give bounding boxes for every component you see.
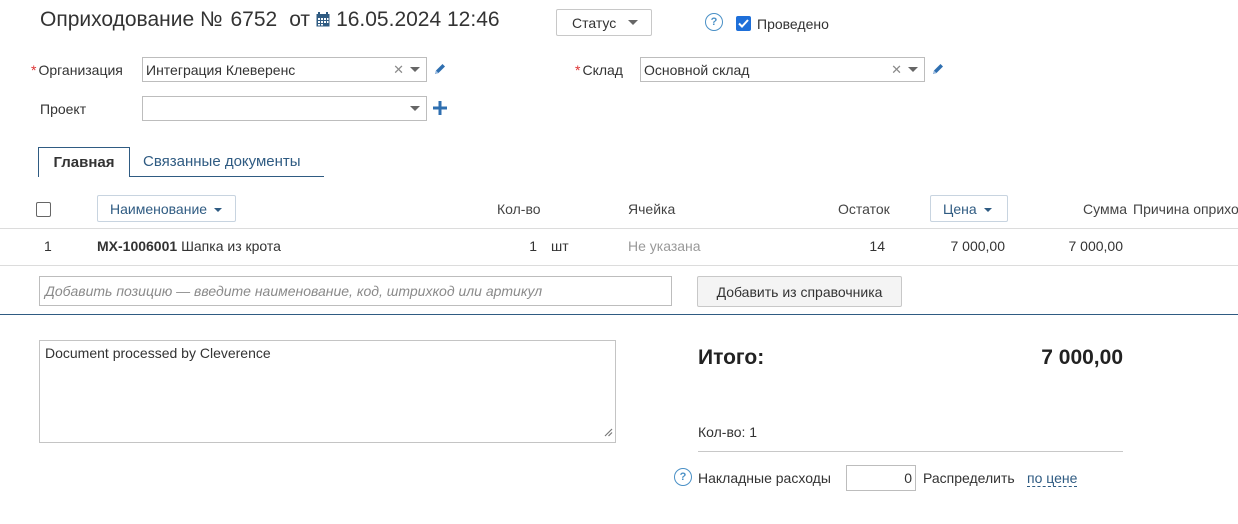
row-stock: 14	[869, 238, 885, 254]
column-reason-header: Причина оприхо,	[1133, 201, 1238, 217]
calendar-icon[interactable]	[316, 9, 330, 33]
warehouse-label: * Склад	[575, 62, 623, 78]
row-name: Шапка из крота	[181, 238, 281, 254]
warehouse-value: Основной склад	[644, 61, 750, 78]
column-qty-header: Кол-во	[497, 201, 541, 217]
sort-down-icon	[983, 208, 992, 212]
column-stock-header: Остаток	[838, 201, 890, 217]
add-position-input[interactable]: Добавить позицию — введите наименование,…	[39, 276, 672, 306]
row-sum: 7 000,00	[1068, 238, 1124, 254]
table-row[interactable]: 1 MX-1006001 Шапка из крота 1 шт Не указ…	[0, 229, 1238, 265]
comment-text: Document processed by Cleverence	[45, 345, 271, 361]
total-value: 7 000,00	[1041, 346, 1123, 369]
posted-label[interactable]: Проведено	[757, 16, 829, 32]
overhead-label: Накладные расходы	[698, 470, 831, 486]
clear-icon[interactable]: ✕	[393, 62, 404, 78]
chevron-down-icon[interactable]	[410, 67, 420, 72]
page-title: Оприходование № 6752 от 16.05.2024 12:46	[40, 8, 500, 33]
qty-summary: Кол-во: 1	[698, 424, 758, 440]
column-sum-header: Сумма	[1083, 201, 1127, 217]
required-mark: *	[575, 62, 581, 78]
add-from-catalog-button[interactable]: Добавить из справочника	[697, 276, 902, 307]
resize-grip-icon[interactable]	[604, 424, 613, 440]
chevron-down-icon[interactable]	[908, 67, 918, 72]
add-project-icon[interactable]	[432, 100, 448, 119]
doc-number[interactable]: 6752	[231, 8, 278, 31]
required-mark: *	[31, 62, 37, 78]
organization-select[interactable]: Интеграция Клеверенс ✕	[142, 57, 427, 82]
tab-main[interactable]: Главная	[38, 147, 130, 177]
edit-pencil-icon[interactable]	[433, 62, 447, 79]
chevron-down-icon	[628, 20, 639, 25]
doc-date[interactable]: 16.05.2024 12:46	[336, 8, 500, 31]
edit-pencil-icon[interactable]	[931, 62, 945, 79]
status-button[interactable]: Статус	[556, 9, 652, 36]
sort-down-icon	[214, 208, 223, 212]
row-code: MX-1006001	[97, 238, 178, 254]
tab-underline	[130, 176, 324, 177]
chevron-down-icon[interactable]	[410, 106, 420, 111]
check-icon	[738, 19, 749, 28]
status-button-label: Статус	[572, 14, 617, 31]
project-select[interactable]	[142, 96, 427, 121]
distribute-label: Распределить	[923, 470, 1015, 486]
row-qty[interactable]: 1	[480, 238, 537, 254]
doc-type: Оприходование №	[40, 8, 223, 31]
overhead-input[interactable]: 0	[846, 465, 916, 491]
row-index: 1	[44, 238, 52, 254]
distribute-by-price-link[interactable]: по цене	[1027, 470, 1078, 487]
sort-by-name-button[interactable]: Наименование	[97, 195, 236, 222]
total-label: Итого:	[698, 346, 765, 369]
sort-by-price-button[interactable]: Цена	[930, 195, 1008, 222]
row-price[interactable]: 7 000,00	[920, 238, 1006, 254]
clear-icon[interactable]: ✕	[891, 62, 902, 78]
select-all-checkbox[interactable]	[36, 202, 51, 217]
organization-value: Интеграция Клеверенс	[146, 61, 296, 78]
warehouse-select[interactable]: Основной склад ✕	[640, 57, 925, 82]
row-item[interactable]: MX-1006001 Шапка из крота	[97, 238, 281, 254]
help-icon[interactable]: ?	[705, 13, 723, 31]
posted-checkbox[interactable]	[736, 16, 751, 31]
section-divider	[0, 314, 1238, 315]
row-unit: шт	[551, 238, 569, 254]
column-cell-header: Ячейка	[628, 201, 676, 217]
totals-divider	[698, 451, 1123, 452]
project-label: Проект	[40, 101, 87, 117]
row-divider	[0, 265, 1238, 266]
help-icon[interactable]: ?	[674, 468, 692, 486]
column-price-header: Цена	[943, 200, 977, 217]
date-prefix: от	[289, 8, 311, 31]
row-cell[interactable]: Не указана	[628, 238, 701, 254]
comment-textarea[interactable]: Document processed by Cleverence	[39, 340, 616, 443]
organization-label: * Организация	[31, 62, 123, 78]
column-name-header: Наименование	[110, 200, 208, 217]
tab-related-documents[interactable]: Связанные документы	[143, 153, 301, 170]
